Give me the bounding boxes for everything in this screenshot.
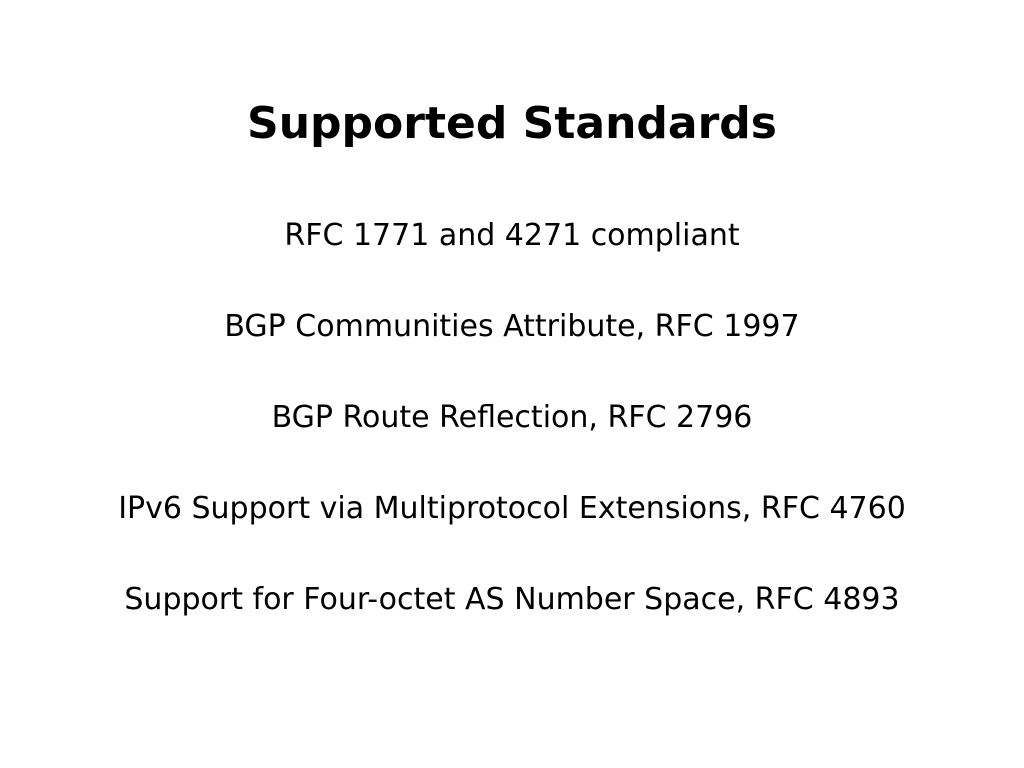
standards-list-item: BGP Route Reflection, RFC 2796 (271, 400, 753, 435)
slide-title: Supported Standards (247, 98, 777, 149)
standards-list-item: BGP Communities Attribute, RFC 1997 (224, 309, 800, 344)
standards-list-item: RFC 1771 and 4271 compliant (284, 218, 740, 253)
slide: Supported Standards RFC 1771 and 4271 co… (0, 0, 1024, 768)
standards-list: RFC 1771 and 4271 compliant BGP Communit… (0, 213, 1024, 668)
standards-list-item: IPv6 Support via Multiprotocol Extension… (118, 491, 906, 526)
standards-list-item: Support for Four-octet AS Number Space, … (124, 582, 900, 617)
